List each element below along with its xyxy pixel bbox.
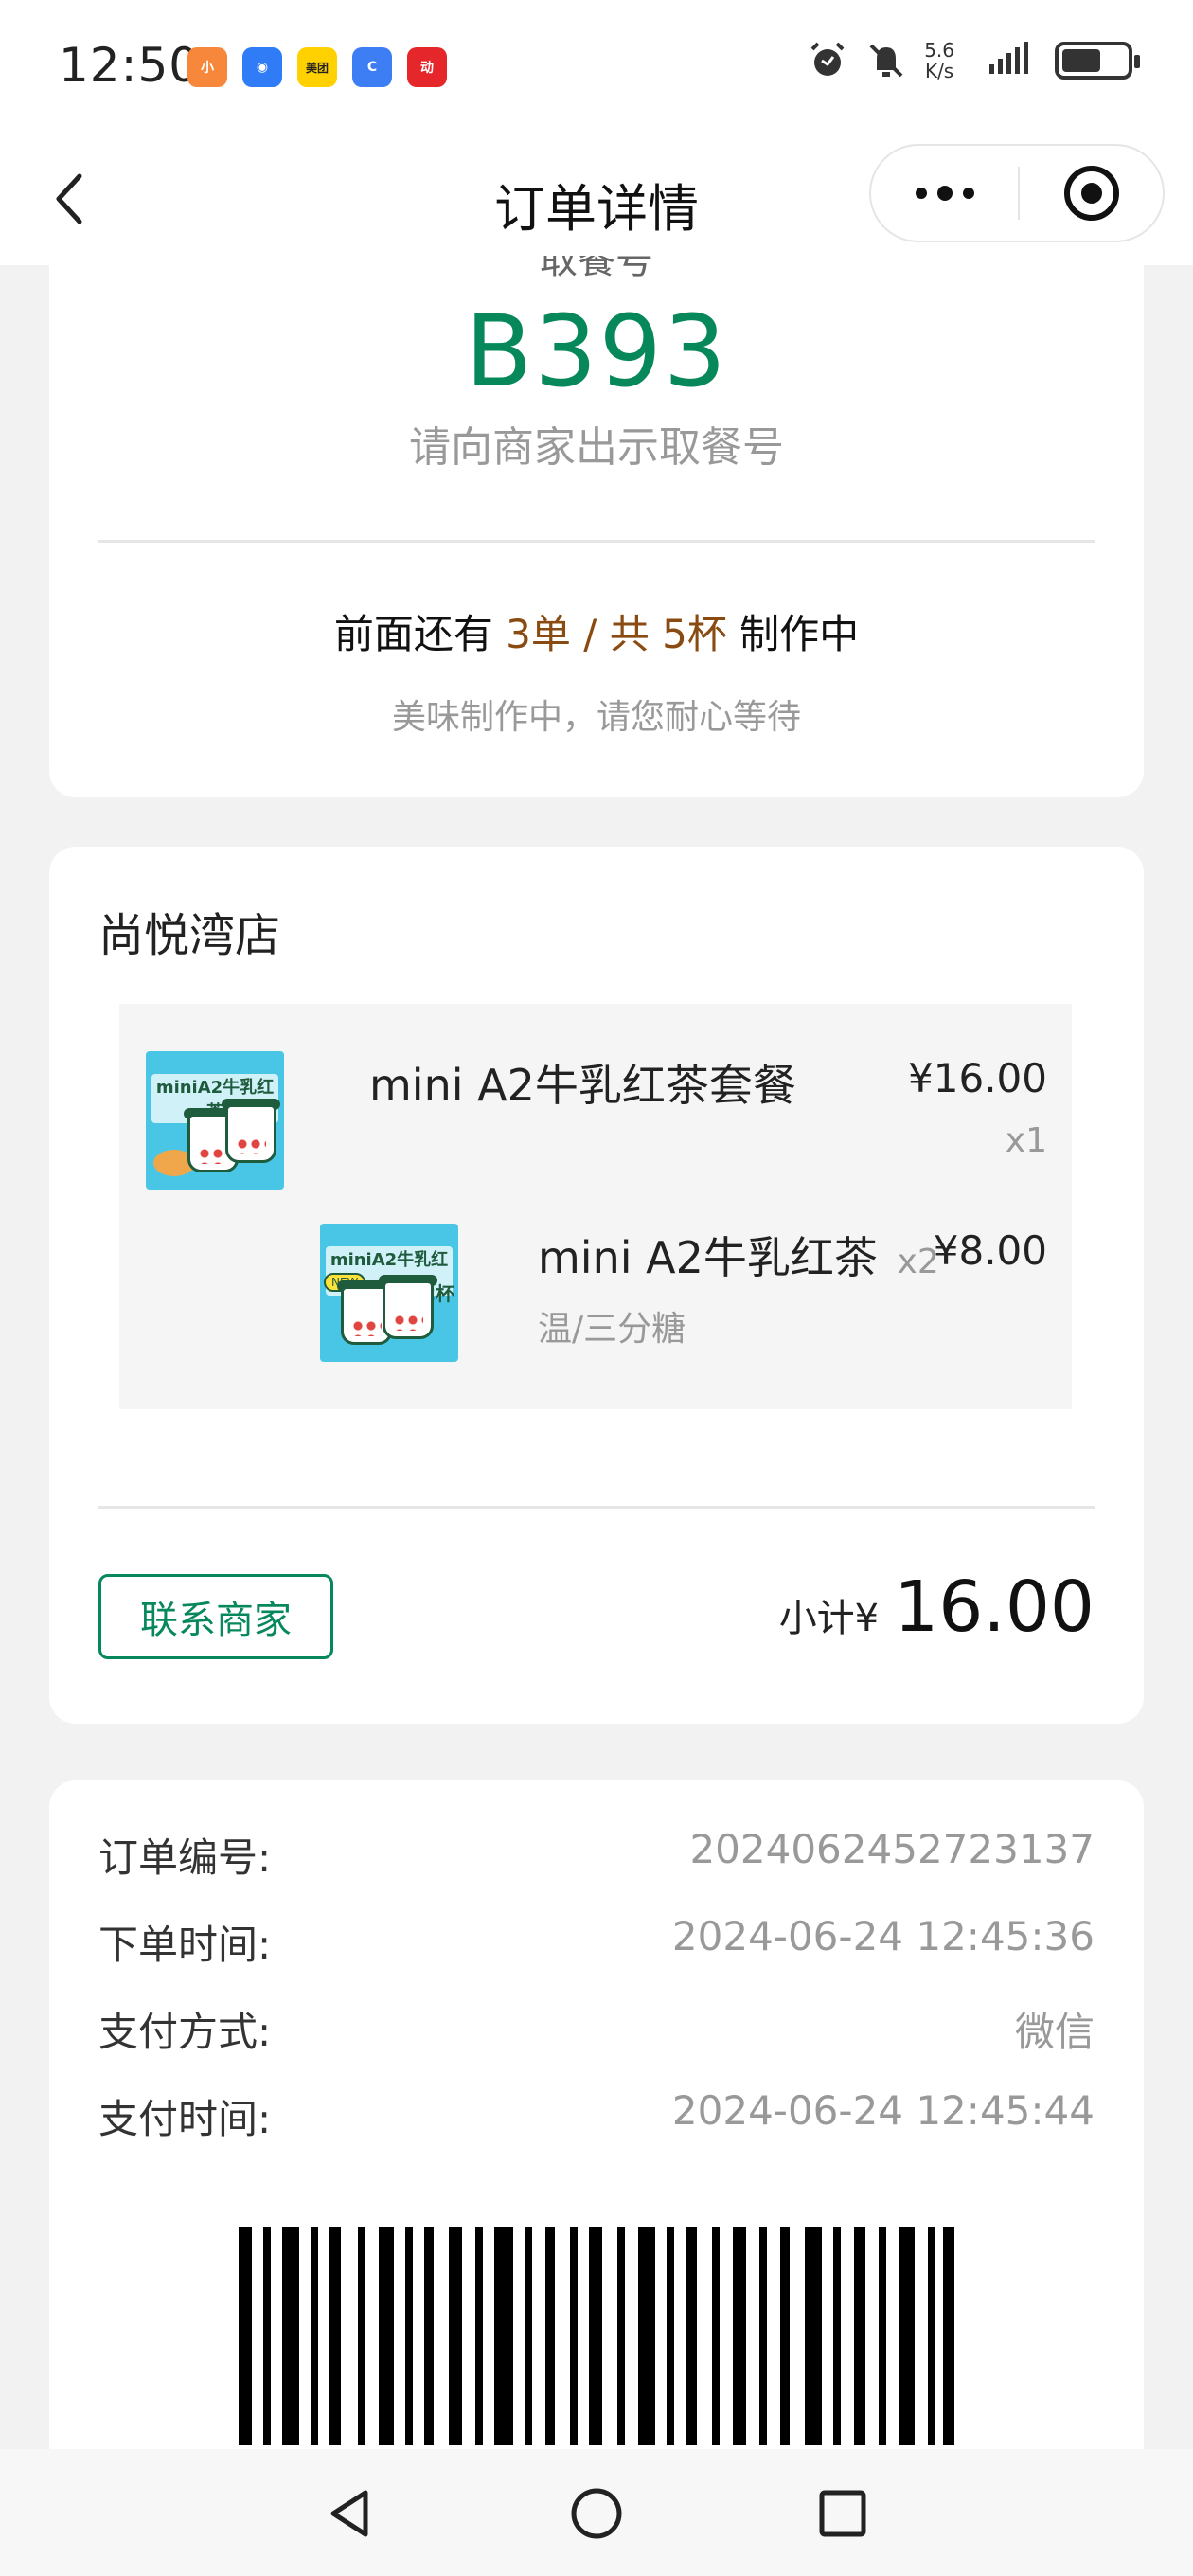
store-name: 尚悦湾店 <box>98 909 281 962</box>
order-time: 2024-06-24 12:45:36 <box>671 1913 1095 1959</box>
notification-icons: 小 ◉ 美团 C 动 <box>187 47 447 87</box>
app-icon-meituan: 美团 <box>297 47 337 87</box>
payment-method-row: 支付方式: 微信 <box>98 2000 1095 2058</box>
subtotal-label: 小计¥ <box>778 1597 880 1640</box>
network-speed: 5.6 K/s <box>924 39 954 82</box>
pickup-hint: 请向商家出示取餐号 <box>409 423 784 472</box>
target-close-icon <box>1063 166 1119 221</box>
system-back-icon[interactable] <box>320 2483 381 2544</box>
signal-icon <box>989 42 1028 74</box>
miniprogram-capsule <box>869 144 1165 242</box>
app-icon-blue2: C <box>352 47 392 87</box>
status-indicators: 5.6 K/s <box>807 39 1140 82</box>
sub-item-name: mini A2牛乳红茶 x2 <box>538 1232 939 1283</box>
more-button[interactable] <box>871 146 1018 241</box>
queue-status: 前面还有 3单 / 共 5杯 制作中 <box>333 611 860 657</box>
item-name: mini A2牛乳红茶套餐 <box>369 1060 796 1111</box>
system-navigation-bar <box>0 2449 1193 2576</box>
system-recents-icon[interactable] <box>812 2483 873 2544</box>
more-dots-icon <box>915 186 974 201</box>
battery-icon <box>1055 42 1140 80</box>
pickup-number: B393 <box>465 294 728 409</box>
item-price: ¥16.00 <box>908 1055 1047 1101</box>
bell-muted-icon <box>869 44 903 78</box>
payment-method: 微信 <box>1014 2009 1095 2055</box>
system-home-icon[interactable] <box>566 2483 627 2544</box>
queue-subtext: 美味制作中，请您耐心等待 <box>391 698 801 737</box>
barcode <box>239 2227 954 2445</box>
close-miniprogram-button[interactable] <box>1020 146 1163 241</box>
app-icon-red: 动 <box>407 47 447 87</box>
divider <box>98 540 1095 543</box>
status-bar: 12:50 小 ◉ 美团 C 动 5.6 K/s <box>0 0 1193 133</box>
queue-count: 3单 / 共 5杯 <box>506 611 727 657</box>
payment-time: 2024-06-24 12:45:44 <box>671 2087 1095 2134</box>
app-icon-blue: ◉ <box>242 47 282 87</box>
order-number: 2024062452723137 <box>689 1826 1095 1872</box>
payment-time-row: 支付时间: 2024-06-24 12:45:44 <box>98 2087 1095 2145</box>
sub-product-thumbnail: miniA2牛乳红茶 NEW 2杯 <box>320 1224 458 1362</box>
contact-merchant-button[interactable]: 联系商家 <box>98 1574 333 1659</box>
subtotal: 小计¥ 16.00 <box>779 1566 1095 1648</box>
sub-item-price: ¥8.00 <box>933 1227 1047 1274</box>
order-card: 尚悦湾店 miniA2牛乳红茶 mini A2牛乳红茶套餐 ¥16.00 x1 … <box>49 847 1144 1724</box>
alarm-icon <box>810 42 845 76</box>
order-items: miniA2牛乳红茶 mini A2牛乳红茶套餐 ¥16.00 x1 miniA… <box>119 1004 1072 1409</box>
product-thumbnail: miniA2牛乳红茶 <box>146 1051 284 1190</box>
sub-item-spec: 温/三分糖 <box>538 1310 686 1349</box>
status-time: 12:50 <box>59 38 201 93</box>
app-icon-orange: 小 <box>187 47 227 87</box>
divider <box>98 1506 1095 1509</box>
order-number-row: 订单编号: 2024062452723137 <box>98 1826 1095 1884</box>
order-time-row: 下单时间: 2024-06-24 12:45:36 <box>98 1913 1095 1971</box>
pickup-label: 取餐号 <box>540 256 653 278</box>
pickup-card: 取餐号 B393 请向商家出示取餐号 前面还有 3单 / 共 5杯 制作中 美味… <box>49 256 1144 797</box>
subtotal-value: 16.00 <box>894 1566 1095 1648</box>
item-quantity: x1 <box>1005 1121 1047 1160</box>
